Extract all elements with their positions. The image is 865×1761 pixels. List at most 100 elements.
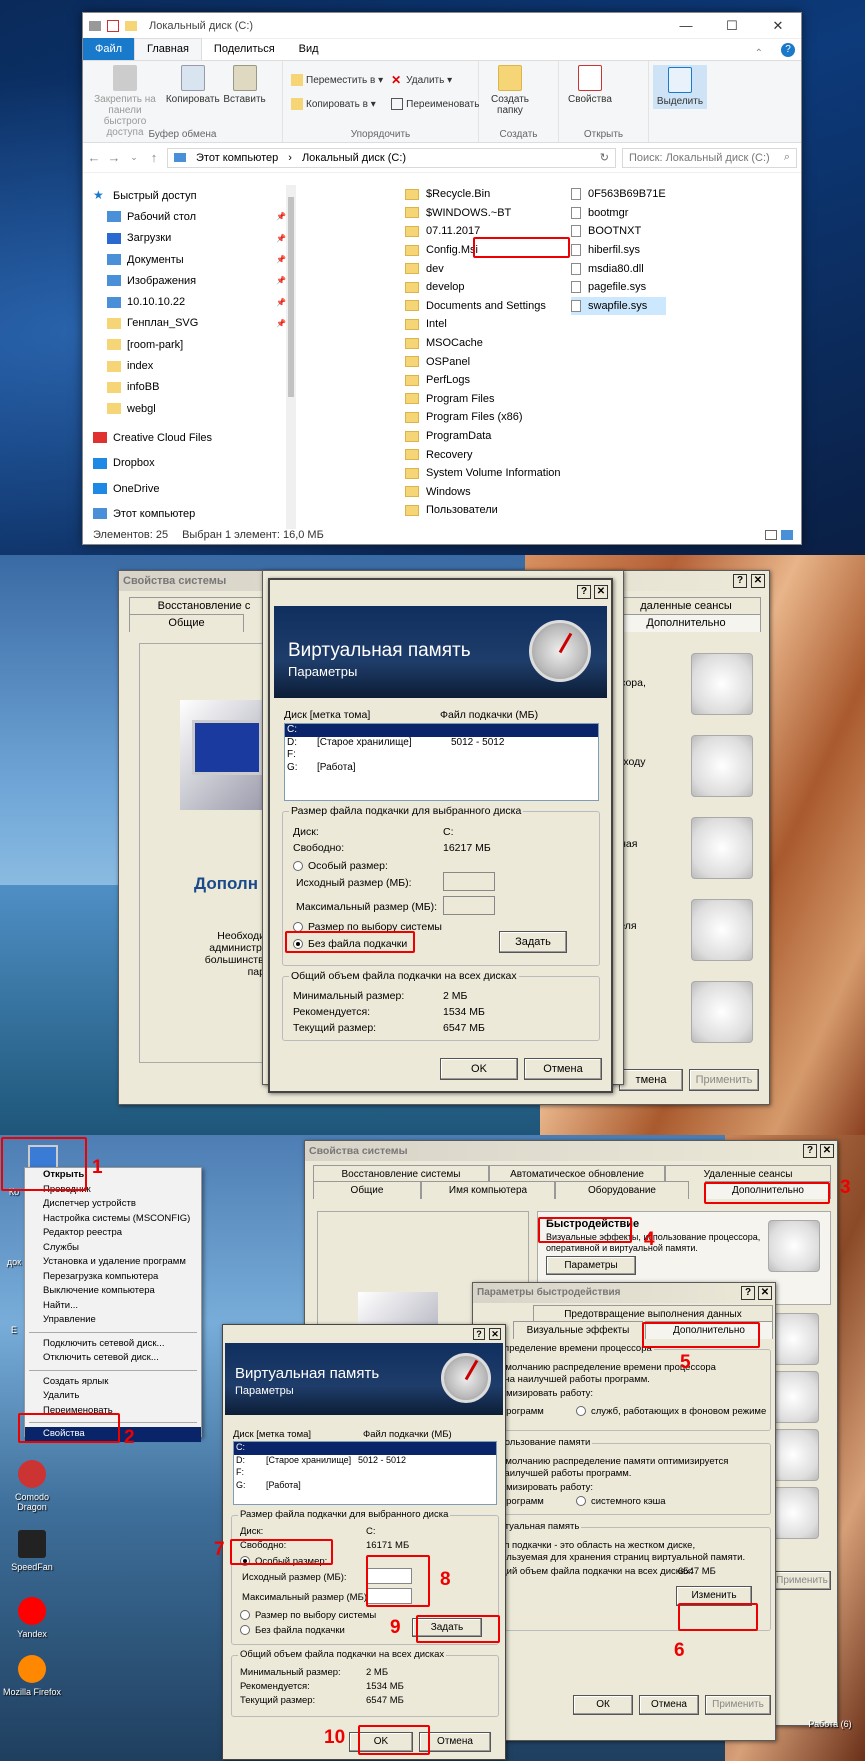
copy-to-button[interactable]: Копировать в ▾ [291, 95, 383, 113]
folder-item[interactable]: Пользователи [405, 501, 561, 520]
folder-item[interactable]: Windows [405, 483, 561, 502]
drive-row[interactable]: G: [Работа] [234, 1480, 496, 1493]
no-pagefile-radio[interactable]: Без файла подкачки [240, 1625, 345, 1636]
maximize-button[interactable]: ☐ [709, 13, 755, 39]
menu-item[interactable]: Управление [25, 1313, 201, 1328]
set-button[interactable]: Задать [499, 931, 567, 953]
tree-item[interactable]: webgl [83, 398, 298, 419]
close-button[interactable]: ✕ [758, 1286, 772, 1300]
folder-item[interactable]: Program Files [405, 390, 561, 409]
tab-general[interactable]: Общие [129, 614, 244, 632]
copy-button[interactable]: Копировать [166, 65, 220, 105]
tab-remote[interactable]: даленные сеансы [611, 597, 761, 615]
menu-item[interactable]: Создать ярлык [25, 1375, 201, 1390]
speedfan-icon[interactable]: SpeedFan [2, 1530, 62, 1572]
folder-item[interactable]: $WINDOWS.~BT [405, 204, 561, 223]
folder-item[interactable]: MSOCache [405, 334, 561, 353]
cancel-button[interactable]: тмена [619, 1069, 683, 1091]
warning-icon[interactable] [691, 981, 753, 1043]
recent-icon[interactable]: ⌄ [127, 152, 141, 163]
radio-system[interactable] [240, 1610, 250, 1621]
menu-item[interactable]: Установка и удаление программ [25, 1255, 201, 1270]
gauge-icon[interactable] [768, 1220, 820, 1272]
tab-home[interactable]: Главная [134, 38, 202, 60]
tree-item[interactable]: OneDrive [83, 478, 298, 499]
folder-item[interactable]: PerfLogs [405, 371, 561, 390]
tree-item[interactable]: Рабочий стол 📌 [83, 206, 298, 227]
tab-system-restore[interactable]: Восстановление с [129, 597, 279, 615]
help-button[interactable]: ? [733, 574, 747, 588]
folder-item[interactable]: Documents and Settings [405, 297, 561, 316]
forward-icon[interactable]: → [107, 150, 121, 165]
tab-general[interactable]: Общие [313, 1181, 421, 1199]
apply-button[interactable]: Применить [689, 1069, 759, 1091]
drive-list[interactable]: C: D: [Старое хранилище] 5012 - 5012 F: G: [Ра… [233, 1441, 497, 1505]
file-item[interactable]: swapfile.sys [571, 296, 666, 316]
menu-item[interactable]: Службы [25, 1241, 201, 1256]
comodo-dragon-icon[interactable]: Comodo Dragon [2, 1460, 62, 1512]
drive-row[interactable]: C: [285, 724, 598, 737]
help-button[interactable]: ? [803, 1144, 817, 1158]
custom-size-radio[interactable]: Особый размер: [293, 860, 388, 872]
tab-view[interactable]: Вид [287, 38, 331, 60]
tab-computer-name[interactable]: Имя компьютера [421, 1181, 555, 1199]
ok-button[interactable]: OK [440, 1058, 518, 1080]
folder-item[interactable]: $Recycle.Bin [405, 185, 561, 204]
file-item[interactable]: msdia80.dll [571, 259, 666, 278]
drive-row[interactable]: F: [234, 1467, 496, 1480]
tree-item[interactable]: infoBB [83, 377, 298, 398]
ok-button[interactable]: ОК [573, 1695, 633, 1715]
close-button[interactable]: ✕ [751, 574, 765, 588]
cancel-button[interactable]: Отмена [639, 1695, 699, 1715]
refresh-icon[interactable]: ↻ [600, 151, 609, 164]
yandex-icon[interactable]: Yandex [2, 1597, 62, 1639]
menu-item[interactable]: Редактор реестра [25, 1226, 201, 1241]
search-input[interactable]: Поиск: Локальный диск (C:) ⌕ [622, 147, 797, 168]
move-to-button[interactable]: Переместить в ▾ [291, 71, 383, 89]
close-button[interactable]: ✕ [489, 1328, 501, 1340]
tree-item[interactable]: Этот компьютер [83, 503, 298, 524]
tab-share[interactable]: Поделиться [202, 38, 287, 60]
help-button[interactable]: ? [577, 585, 591, 599]
drive-row[interactable]: F: [285, 749, 598, 762]
quick-access-toolbar-icon[interactable] [89, 20, 101, 31]
radio[interactable] [576, 1406, 586, 1417]
properties-qat-icon[interactable] [107, 19, 119, 32]
new-folder-button[interactable]: Создать папку [483, 65, 537, 116]
menu-item[interactable]: Подключить сетевой диск... [25, 1337, 201, 1352]
system-size-radio[interactable]: Размер по выбору системы [240, 1610, 376, 1621]
help-icon[interactable]: ? [781, 43, 795, 57]
mem-cache-radio[interactable]: системного кэша [576, 1496, 666, 1507]
menu-item[interactable]: Перезагрузка компьютера [25, 1270, 201, 1285]
tree-item[interactable]: ★ Быстрый доступ [83, 185, 298, 206]
initial-size-input[interactable] [443, 872, 495, 891]
drive-row[interactable]: D: [Старое хранилище] 5012 - 5012 [285, 737, 598, 750]
folder-item[interactable]: ProgramData [405, 427, 561, 446]
pin-button[interactable]: Закрепить на панели быстрого доступа [87, 65, 163, 138]
tree-item[interactable]: Изображения 📌 [83, 270, 298, 291]
cpu-services-radio[interactable]: служб, работающих в фоновом режиме [576, 1406, 766, 1417]
tree-item[interactable]: Документы 📌 [83, 249, 298, 270]
close-button[interactable]: ✕ [820, 1144, 834, 1158]
tree-item[interactable]: Загрузки 📌 [83, 228, 298, 249]
menu-item[interactable]: Найти... [25, 1299, 201, 1314]
users-icon[interactable] [691, 735, 753, 797]
folder-item[interactable]: Intel [405, 315, 561, 334]
folder-item[interactable]: Recovery [405, 445, 561, 464]
menu-item[interactable]: Удалить [25, 1389, 201, 1404]
tab-advanced[interactable]: Дополнительно [611, 614, 761, 632]
drive-list[interactable]: C: D: [Старое хранилище] 5012 - 5012 F: G: [Ра… [284, 723, 599, 801]
tree-item[interactable]: 10.10.10.22 📌 [83, 291, 298, 312]
folder-qat-icon[interactable] [125, 20, 137, 31]
max-size-input[interactable] [443, 896, 495, 915]
radio-none[interactable] [240, 1625, 250, 1636]
delete-button[interactable]: ✕ Удалить ▾ [391, 71, 479, 89]
gauge-icon[interactable] [691, 653, 753, 715]
help-button[interactable]: ? [741, 1286, 755, 1300]
menu-item[interactable]: Настройка системы (MSCONFIG) [25, 1212, 201, 1227]
folder-item[interactable]: OSPanel [405, 352, 561, 371]
cancel-button[interactable]: Отмена [524, 1058, 602, 1080]
paste-button[interactable]: Вставить [223, 65, 267, 105]
tab-visual-effects[interactable]: Визуальные эффекты [513, 1321, 643, 1339]
breadcrumb-drive[interactable]: Локальный диск (C:) [302, 152, 406, 164]
